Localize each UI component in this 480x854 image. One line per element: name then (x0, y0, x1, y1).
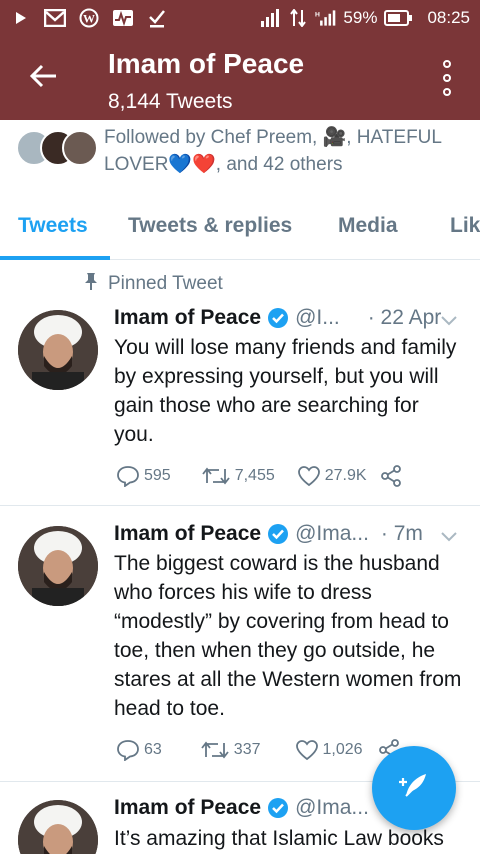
followed-by-row[interactable]: Followed by Chef Preem, 🎥, HATEFUL LOVER… (0, 120, 480, 186)
compose-tweet-icon (394, 766, 434, 811)
blue-heart-emoji: 💙 (168, 154, 193, 175)
like-count: 1,026 (322, 741, 363, 758)
retweet-icon (201, 466, 231, 486)
vertical-dots-icon[interactable] (440, 60, 454, 96)
reply-icon (116, 739, 140, 761)
play-icon (10, 8, 32, 28)
tweet-text: You will lose many friends and family by… (114, 336, 457, 446)
tweet-item[interactable]: Imam of Peace @Ima... · 7m The biggest c… (0, 506, 480, 782)
tweet-header: Imam of Peace @I... · 22 Apr (114, 306, 464, 330)
arrow-left-icon[interactable] (26, 58, 62, 94)
tweet-time: · 7m (380, 522, 423, 545)
tab-tweets[interactable]: Tweets (18, 214, 88, 238)
author-handle: @Ima... (295, 522, 369, 545)
verified-badge-icon (267, 797, 289, 819)
tweet-time: · 22 Apr (367, 306, 442, 329)
tweet-header: Imam of Peace @Ima... · 7m (114, 522, 464, 546)
tab-tweets-replies[interactable]: Tweets & replies (128, 214, 292, 238)
heart-icon (297, 465, 321, 487)
reply-count: 595 (144, 467, 171, 484)
battery-percent: 59% (343, 8, 378, 27)
reply-icon (116, 465, 140, 487)
retweet-button[interactable]: 337 (200, 740, 261, 760)
retweet-button[interactable]: 7,455 (201, 466, 275, 486)
author-handle: @I... (295, 306, 340, 329)
signal-icon (259, 8, 281, 28)
author-name[interactable]: Imam of Peace (114, 306, 261, 330)
share-button[interactable] (379, 464, 403, 488)
tab-likes[interactable]: Lik (450, 214, 480, 238)
pulse-chart-icon (112, 8, 134, 28)
author-name[interactable]: Imam of Peace (114, 796, 261, 820)
avatar[interactable] (18, 310, 98, 390)
tweet-text: The biggest coward is the husband who fo… (114, 552, 462, 720)
profile-header: Imam of Peace 8,144 Tweets (0, 36, 480, 120)
reply-button[interactable]: 595 (116, 465, 171, 487)
like-button[interactable]: 1,026 (295, 739, 363, 761)
chevron-down-icon[interactable] (440, 528, 458, 546)
retweet-count: 337 (233, 741, 261, 758)
avatar[interactable] (18, 800, 98, 854)
verified-badge-icon (267, 307, 289, 329)
heart-icon (295, 739, 319, 761)
download-done-icon (146, 8, 168, 28)
signal-h-icon: H (315, 8, 337, 28)
data-transfer-icon (287, 8, 309, 28)
profile-name-title: Imam of Peace (108, 48, 305, 79)
tab-media[interactable]: Media (338, 214, 398, 238)
reply-button[interactable]: 63 (116, 739, 162, 761)
tweet-item[interactable]: Imam of Peace @I... · 22 Apr You will lo… (0, 260, 480, 506)
status-bar: W H 59% 08:25 (0, 0, 480, 36)
svg-text:H: H (315, 11, 320, 18)
compose-tweet-button[interactable] (372, 746, 456, 830)
clock: 08:25 (427, 8, 470, 27)
retweet-count: 7,455 (234, 467, 275, 484)
like-count: 27.9K (324, 467, 367, 484)
avatar[interactable] (18, 526, 98, 606)
tweet-actions: 595 7,455 27.9K (116, 464, 403, 488)
followed-by-text: Followed by Chef Preem, 🎥, HATEFUL LOVER… (104, 127, 442, 175)
battery-icon (383, 8, 413, 28)
author-name[interactable]: Imam of Peace (114, 522, 261, 546)
share-icon (379, 464, 403, 488)
verified-badge-icon (267, 523, 289, 545)
svg-text:W: W (83, 12, 95, 26)
gmail-icon (44, 8, 66, 28)
red-heart-emoji: ❤️ (192, 154, 216, 175)
chevron-down-icon[interactable] (440, 312, 458, 330)
retweet-icon (200, 740, 230, 760)
tweet-count: 8,144 Tweets (108, 90, 233, 113)
reply-count: 63 (144, 741, 162, 758)
tweet-actions: 63 337 1,026 (116, 738, 401, 762)
wordpress-icon: W (78, 8, 100, 28)
author-handle: @Ima... (295, 796, 369, 819)
like-button[interactable]: 27.9K (297, 465, 367, 487)
follower-avatar-3 (62, 130, 98, 166)
profile-tabs: Tweets Tweets & replies Media Lik (0, 200, 480, 260)
